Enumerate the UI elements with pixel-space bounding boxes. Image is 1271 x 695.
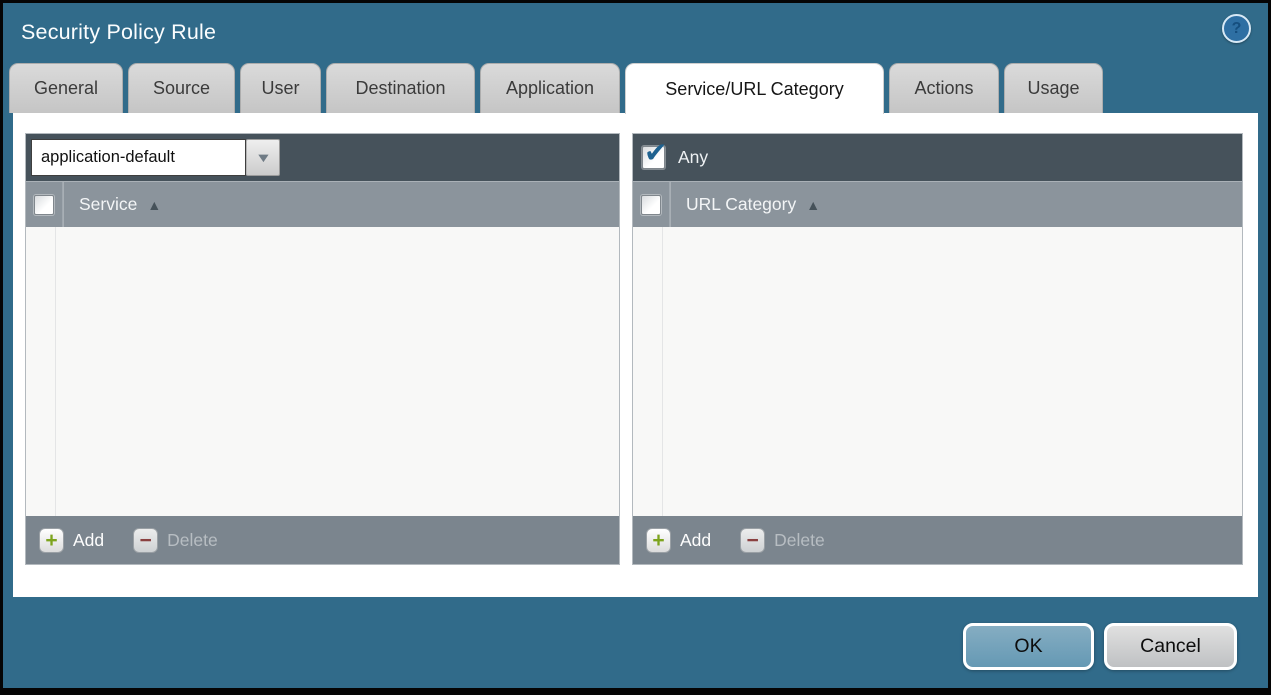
ok-button[interactable]: OK — [963, 623, 1094, 670]
title-bar: Security Policy Rule ? — [0, 3, 1271, 63]
url-category-toolbar: ✔ Any — [633, 134, 1242, 181]
service-delete-button[interactable]: − Delete — [133, 527, 218, 553]
sort-asc-icon[interactable]: ▲ — [806, 197, 820, 213]
tab-bar: General Source User Destination Applicat… — [9, 63, 1103, 114]
service-footer: + Add − Delete — [26, 516, 619, 564]
url-category-list[interactable] — [633, 227, 1242, 516]
help-icon[interactable]: ? — [1222, 14, 1251, 43]
add-button-label: Add — [73, 529, 105, 550]
service-panel: application-default ▼ Service ▲ + Add − … — [25, 133, 620, 565]
delete-button-label: Delete — [167, 529, 218, 550]
tab-content-area: application-default ▼ Service ▲ + Add − … — [13, 113, 1258, 597]
tab-application[interactable]: Application — [480, 63, 620, 113]
minus-icon: − — [740, 527, 766, 553]
cancel-button[interactable]: Cancel — [1104, 623, 1237, 670]
minus-icon: − — [133, 527, 159, 553]
checkmark-icon: ✔ — [644, 137, 668, 168]
any-checkbox-label[interactable]: Any — [678, 147, 708, 168]
url-category-table-header: URL Category ▲ — [633, 181, 1242, 227]
url-category-select-all-checkbox[interactable] — [641, 194, 661, 215]
service-toolbar: application-default ▼ — [26, 134, 619, 181]
url-category-footer: + Add − Delete — [633, 516, 1242, 564]
url-category-column-header[interactable]: URL Category — [686, 194, 796, 215]
add-button-label: Add — [680, 529, 712, 550]
column-divider — [62, 182, 63, 227]
tab-user[interactable]: User — [240, 63, 321, 113]
tab-source[interactable]: Source — [128, 63, 235, 113]
tab-actions[interactable]: Actions — [889, 63, 999, 113]
url-category-delete-button[interactable]: − Delete — [740, 527, 825, 553]
delete-button-label: Delete — [774, 529, 825, 550]
service-type-dropdown[interactable]: application-default ▼ — [31, 139, 280, 176]
tab-service-url-category[interactable]: Service/URL Category — [625, 63, 884, 114]
service-list[interactable] — [26, 227, 619, 516]
plus-icon: + — [646, 527, 671, 553]
chevron-down-icon: ▼ — [254, 150, 272, 165]
service-add-button[interactable]: + Add — [39, 527, 105, 553]
column-divider — [669, 182, 670, 227]
service-column-header[interactable]: Service — [79, 194, 137, 215]
dialog-title: Security Policy Rule — [21, 20, 217, 44]
dropdown-button[interactable]: ▼ — [246, 139, 280, 176]
plus-icon: + — [39, 527, 64, 553]
service-type-value[interactable]: application-default — [31, 139, 246, 176]
service-table-header: Service ▲ — [26, 181, 619, 227]
url-category-add-button[interactable]: + Add — [646, 527, 712, 553]
tab-general[interactable]: General — [9, 63, 123, 113]
url-category-panel: ✔ Any URL Category ▲ + Add − Delete — [632, 133, 1243, 565]
service-select-all-checkbox[interactable] — [34, 194, 54, 215]
help-glyph: ? — [1231, 19, 1242, 37]
tab-usage[interactable]: Usage — [1004, 63, 1103, 113]
any-checkbox[interactable]: ✔ — [642, 137, 667, 169]
sort-asc-icon[interactable]: ▲ — [147, 197, 161, 213]
tab-destination[interactable]: Destination — [326, 63, 475, 113]
